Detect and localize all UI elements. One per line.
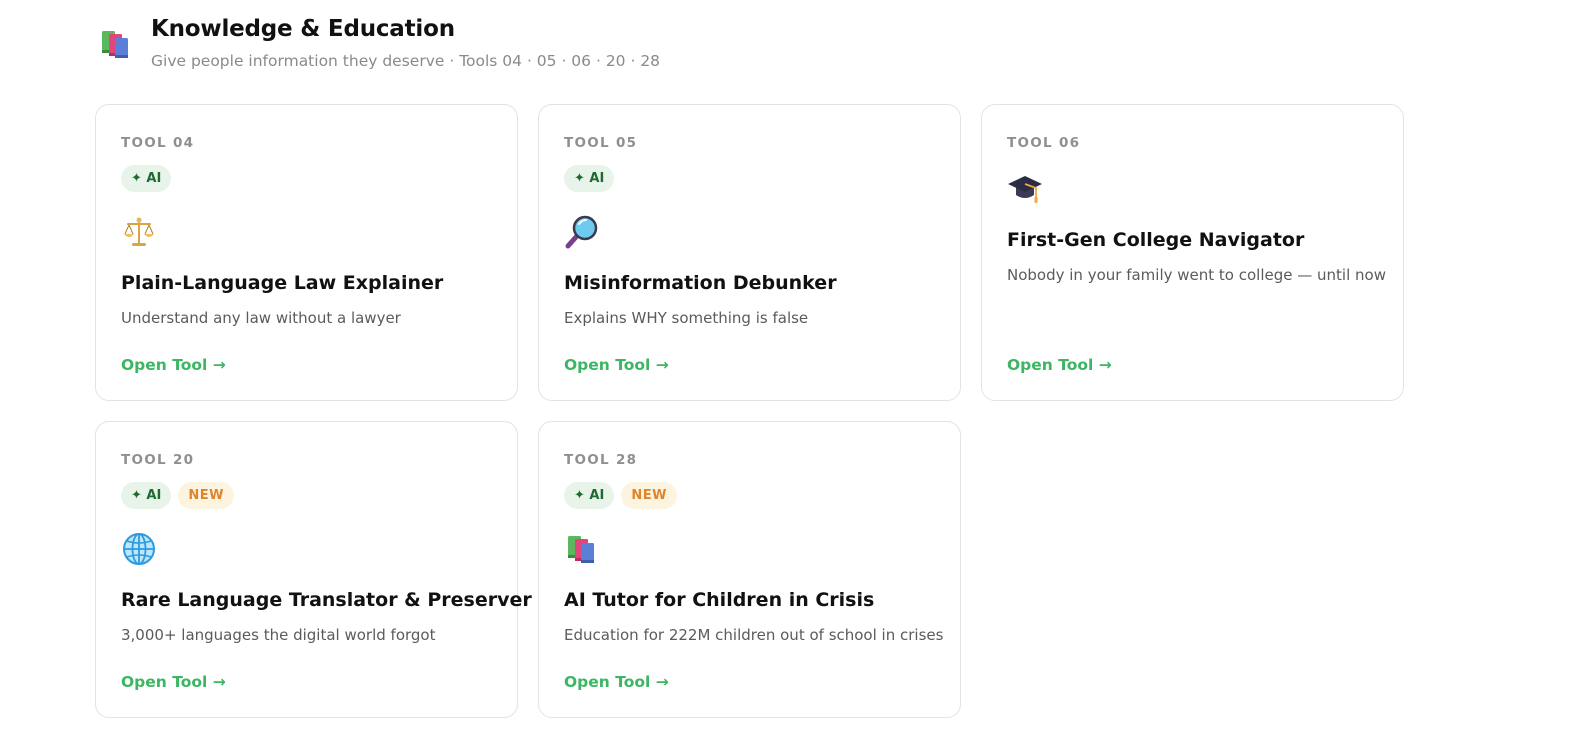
globe-icon bbox=[123, 533, 155, 565]
section-title: Knowledge & Education bbox=[151, 16, 455, 42]
badge-row: ✦ AI bbox=[121, 165, 492, 192]
badge-row: ✦ AI NEW bbox=[121, 482, 492, 509]
ai-badge: ✦ AI bbox=[564, 165, 615, 192]
open-tool-link[interactable]: Open Tool → bbox=[121, 673, 226, 691]
new-badge: NEW bbox=[178, 482, 234, 509]
tool-number: TOOL 20 bbox=[121, 452, 195, 468]
section-subtitle: Give people information they deserve · T… bbox=[151, 52, 661, 70]
tool-title: Rare Language Translator & Preserver bbox=[121, 589, 532, 611]
ai-badge: ✦ AI bbox=[564, 482, 615, 509]
badge-row: ✦ AI NEW bbox=[564, 482, 935, 509]
tool-card-06[interactable]: TOOL 06 First-Gen College Navigator Nobo… bbox=[981, 104, 1404, 401]
graduation-cap-icon bbox=[1008, 176, 1042, 203]
ai-badge: ✦ AI bbox=[121, 165, 172, 192]
open-tool-link[interactable]: Open Tool → bbox=[564, 356, 669, 374]
tool-description: 3,000+ languages the digital world forgo… bbox=[121, 626, 436, 644]
section-header: Knowledge & Education Give people inform… bbox=[98, 14, 660, 76]
page: Knowledge & Education Give people inform… bbox=[0, 0, 1575, 743]
tool-title: Misinformation Debunker bbox=[564, 272, 837, 294]
ai-badge: ✦ AI bbox=[121, 482, 172, 509]
tool-number: TOOL 28 bbox=[564, 452, 638, 468]
tool-title: AI Tutor for Children in Crisis bbox=[564, 589, 875, 611]
badge-row: ✦ AI bbox=[564, 165, 935, 192]
tool-card-28[interactable]: TOOL 28 ✦ AI NEW AI Tutor for Children i… bbox=[538, 421, 961, 718]
open-tool-link[interactable]: Open Tool → bbox=[121, 356, 226, 374]
tool-title: Plain-Language Law Explainer bbox=[121, 272, 444, 294]
open-tool-link[interactable]: Open Tool → bbox=[564, 673, 669, 691]
scales-icon bbox=[124, 217, 154, 246]
tool-grid: TOOL 04 ✦ AI Plain-Language Law Explaine… bbox=[95, 104, 1404, 718]
tool-description: Education for 222M children out of schoo… bbox=[564, 626, 944, 644]
tool-number: TOOL 06 bbox=[1007, 135, 1081, 151]
tool-description: Explains WHY something is false bbox=[564, 309, 809, 327]
tool-title: First-Gen College Navigator bbox=[1007, 229, 1305, 251]
new-badge: NEW bbox=[621, 482, 677, 509]
books-icon bbox=[568, 536, 594, 563]
magnifier-icon bbox=[565, 215, 598, 249]
books-icon bbox=[102, 31, 128, 58]
tool-description: Understand any law without a lawyer bbox=[121, 309, 401, 327]
open-tool-link[interactable]: Open Tool → bbox=[1007, 356, 1112, 374]
tool-card-05[interactable]: TOOL 05 ✦ AI Misinformation Debunker Exp… bbox=[538, 104, 961, 401]
tool-card-04[interactable]: TOOL 04 ✦ AI Plain-Language Law Explaine… bbox=[95, 104, 518, 401]
tool-number: TOOL 05 bbox=[564, 135, 638, 151]
tool-number: TOOL 04 bbox=[121, 135, 195, 151]
tool-card-20[interactable]: TOOL 20 ✦ AI NEW Rare Language Translato… bbox=[95, 421, 532, 718]
tool-description: Nobody in your family went to college — … bbox=[1007, 266, 1386, 284]
